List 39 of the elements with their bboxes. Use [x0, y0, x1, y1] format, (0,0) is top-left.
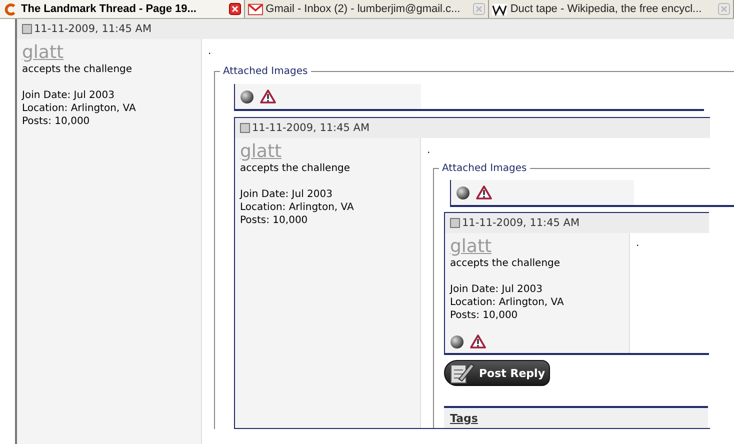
post-text: .	[427, 146, 430, 156]
attachments-legend: Attached Images	[220, 65, 311, 78]
user-title: accepts the challenge	[22, 63, 134, 76]
offline-status-icon	[456, 186, 470, 200]
user-detail: Join Date: Jul 2003	[240, 188, 334, 201]
warning-icon[interactable]	[260, 89, 276, 104]
paper-pencil-icon	[449, 361, 475, 385]
user-title: accepts the challenge	[450, 257, 562, 270]
post-reply-button[interactable]: Post Reply	[444, 360, 550, 386]
post-date: 11-11-2009, 11:45 AM	[252, 122, 370, 134]
post-icon	[240, 123, 250, 133]
user-detail: Join Date: Jul 2003	[22, 89, 116, 102]
user-detail: Join Date: Jul 2003	[450, 283, 544, 296]
tags-link[interactable]: Tags	[450, 412, 478, 424]
user-detail: Posts: 10,000	[22, 115, 91, 128]
post-text: .	[208, 47, 212, 57]
offline-status-icon	[240, 90, 254, 104]
c-logo-icon	[3, 2, 18, 16]
browser-tab[interactable]: The Landmark Thread - Page 19...	[0, 0, 245, 18]
post-text: .	[636, 239, 640, 249]
warning-icon[interactable]	[470, 334, 486, 349]
post-date: 11-11-2009, 11:45 AM	[462, 217, 580, 229]
wiki-logo-icon	[492, 2, 508, 16]
user-detail: Posts: 10,000	[450, 309, 519, 322]
warning-icon[interactable]	[476, 185, 492, 200]
attachments-legend: Attached Images	[439, 162, 530, 175]
close-icon[interactable]	[228, 3, 241, 15]
user-detail: Location: Arlington, VA	[450, 296, 565, 309]
envelope-icon	[248, 2, 263, 16]
post-date: 11-11-2009, 11:45 AM	[34, 23, 152, 35]
post-icon	[22, 24, 32, 34]
browser-tab[interactable]: Duct tape - Wikipedia, the free encycl...	[489, 0, 734, 18]
browser-tab[interactable]: Gmail - Inbox (2) - lumberjim@gmail.c...	[244, 0, 490, 18]
user-detail: Posts: 10,000	[240, 214, 309, 227]
user-detail: Location: Arlington, VA	[240, 201, 355, 214]
user-detail: Location: Arlington, VA	[22, 102, 137, 115]
post-icon	[450, 218, 460, 228]
user-title: accepts the challenge	[240, 162, 352, 175]
offline-status-icon	[450, 334, 464, 348]
